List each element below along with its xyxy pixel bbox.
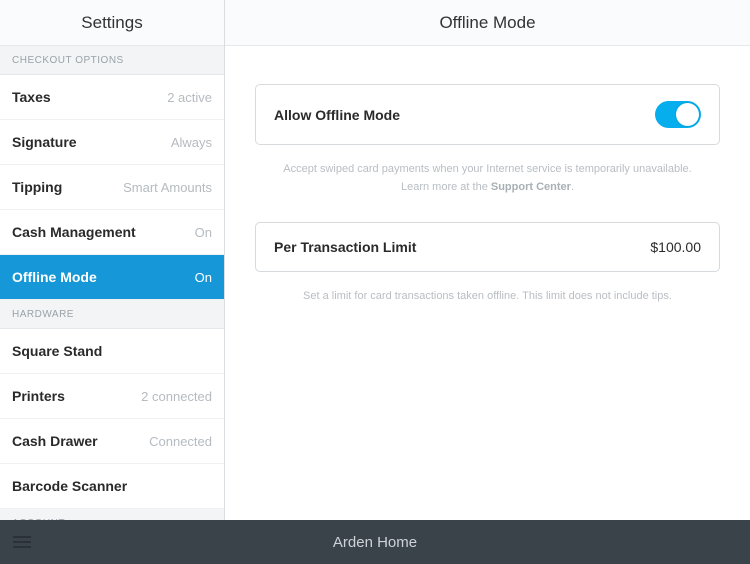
sidebar-item-label: Square Stand (12, 343, 102, 359)
sidebar-title: Settings (0, 0, 224, 46)
sidebar-item-value: Connected (149, 434, 212, 449)
sidebar-item-label: Offline Mode (12, 269, 97, 285)
transaction-limit-label: Per Transaction Limit (274, 239, 416, 255)
section-header: CHECKOUT OPTIONS (0, 46, 224, 75)
bottom-bar-title: Arden Home (44, 534, 706, 551)
support-center-link[interactable]: Support Center (491, 181, 571, 193)
content-title: Offline Mode (225, 0, 750, 46)
transaction-limit-card[interactable]: Per Transaction Limit $100.00 (255, 222, 720, 272)
sidebar-item-offline-mode[interactable]: Offline Mode On (0, 255, 224, 300)
sidebar-item-label: Signature (12, 134, 77, 150)
sidebar-item-cash-drawer[interactable]: Cash Drawer Connected (0, 419, 224, 464)
allow-offline-label: Allow Offline Mode (274, 107, 400, 123)
bottom-bar: Arden Home (0, 520, 750, 564)
sidebar-item-label: Cash Drawer (12, 433, 98, 449)
sidebar-item-square-stand[interactable]: Square Stand (0, 329, 224, 374)
section-header: ACCOUNT (0, 509, 224, 520)
menu-button[interactable] (0, 536, 44, 548)
allow-offline-help: Accept swiped card payments when your In… (255, 145, 720, 222)
allow-offline-toggle[interactable] (655, 101, 701, 128)
sidebar-item-label: Cash Management (12, 224, 136, 240)
sidebar-item-label: Printers (12, 388, 65, 404)
content: Offline Mode Allow Offline Mode Accept s… (225, 0, 750, 520)
sidebar-item-label: Taxes (12, 89, 51, 105)
sidebar-item-value: On (195, 225, 212, 240)
sidebar-item-value: 2 connected (141, 389, 212, 404)
sidebar-item-value: On (195, 270, 212, 285)
sidebar-item-printers[interactable]: Printers 2 connected (0, 374, 224, 419)
sidebar-item-signature[interactable]: Signature Always (0, 120, 224, 165)
sidebar-item-taxes[interactable]: Taxes 2 active (0, 75, 224, 120)
toggle-knob (676, 103, 699, 126)
section-header: HARDWARE (0, 300, 224, 329)
sidebar: Settings CHECKOUT OPTIONS Taxes 2 active Si… (0, 0, 225, 520)
sidebar-item-value: Smart Amounts (123, 180, 212, 195)
sidebar-item-label: Barcode Scanner (12, 478, 127, 494)
sidebar-item-label: Tipping (12, 179, 62, 195)
transaction-limit-value: $100.00 (650, 239, 701, 255)
sidebar-item-barcode-scanner[interactable]: Barcode Scanner (0, 464, 224, 509)
sidebar-item-cash-management[interactable]: Cash Management On (0, 210, 224, 255)
sidebar-item-value: Always (171, 135, 212, 150)
menu-icon (13, 536, 31, 548)
allow-offline-card: Allow Offline Mode (255, 84, 720, 145)
sidebar-item-value: 2 active (167, 90, 212, 105)
transaction-limit-help: Set a limit for card transactions taken … (255, 272, 720, 332)
sidebar-item-tipping[interactable]: Tipping Smart Amounts (0, 165, 224, 210)
